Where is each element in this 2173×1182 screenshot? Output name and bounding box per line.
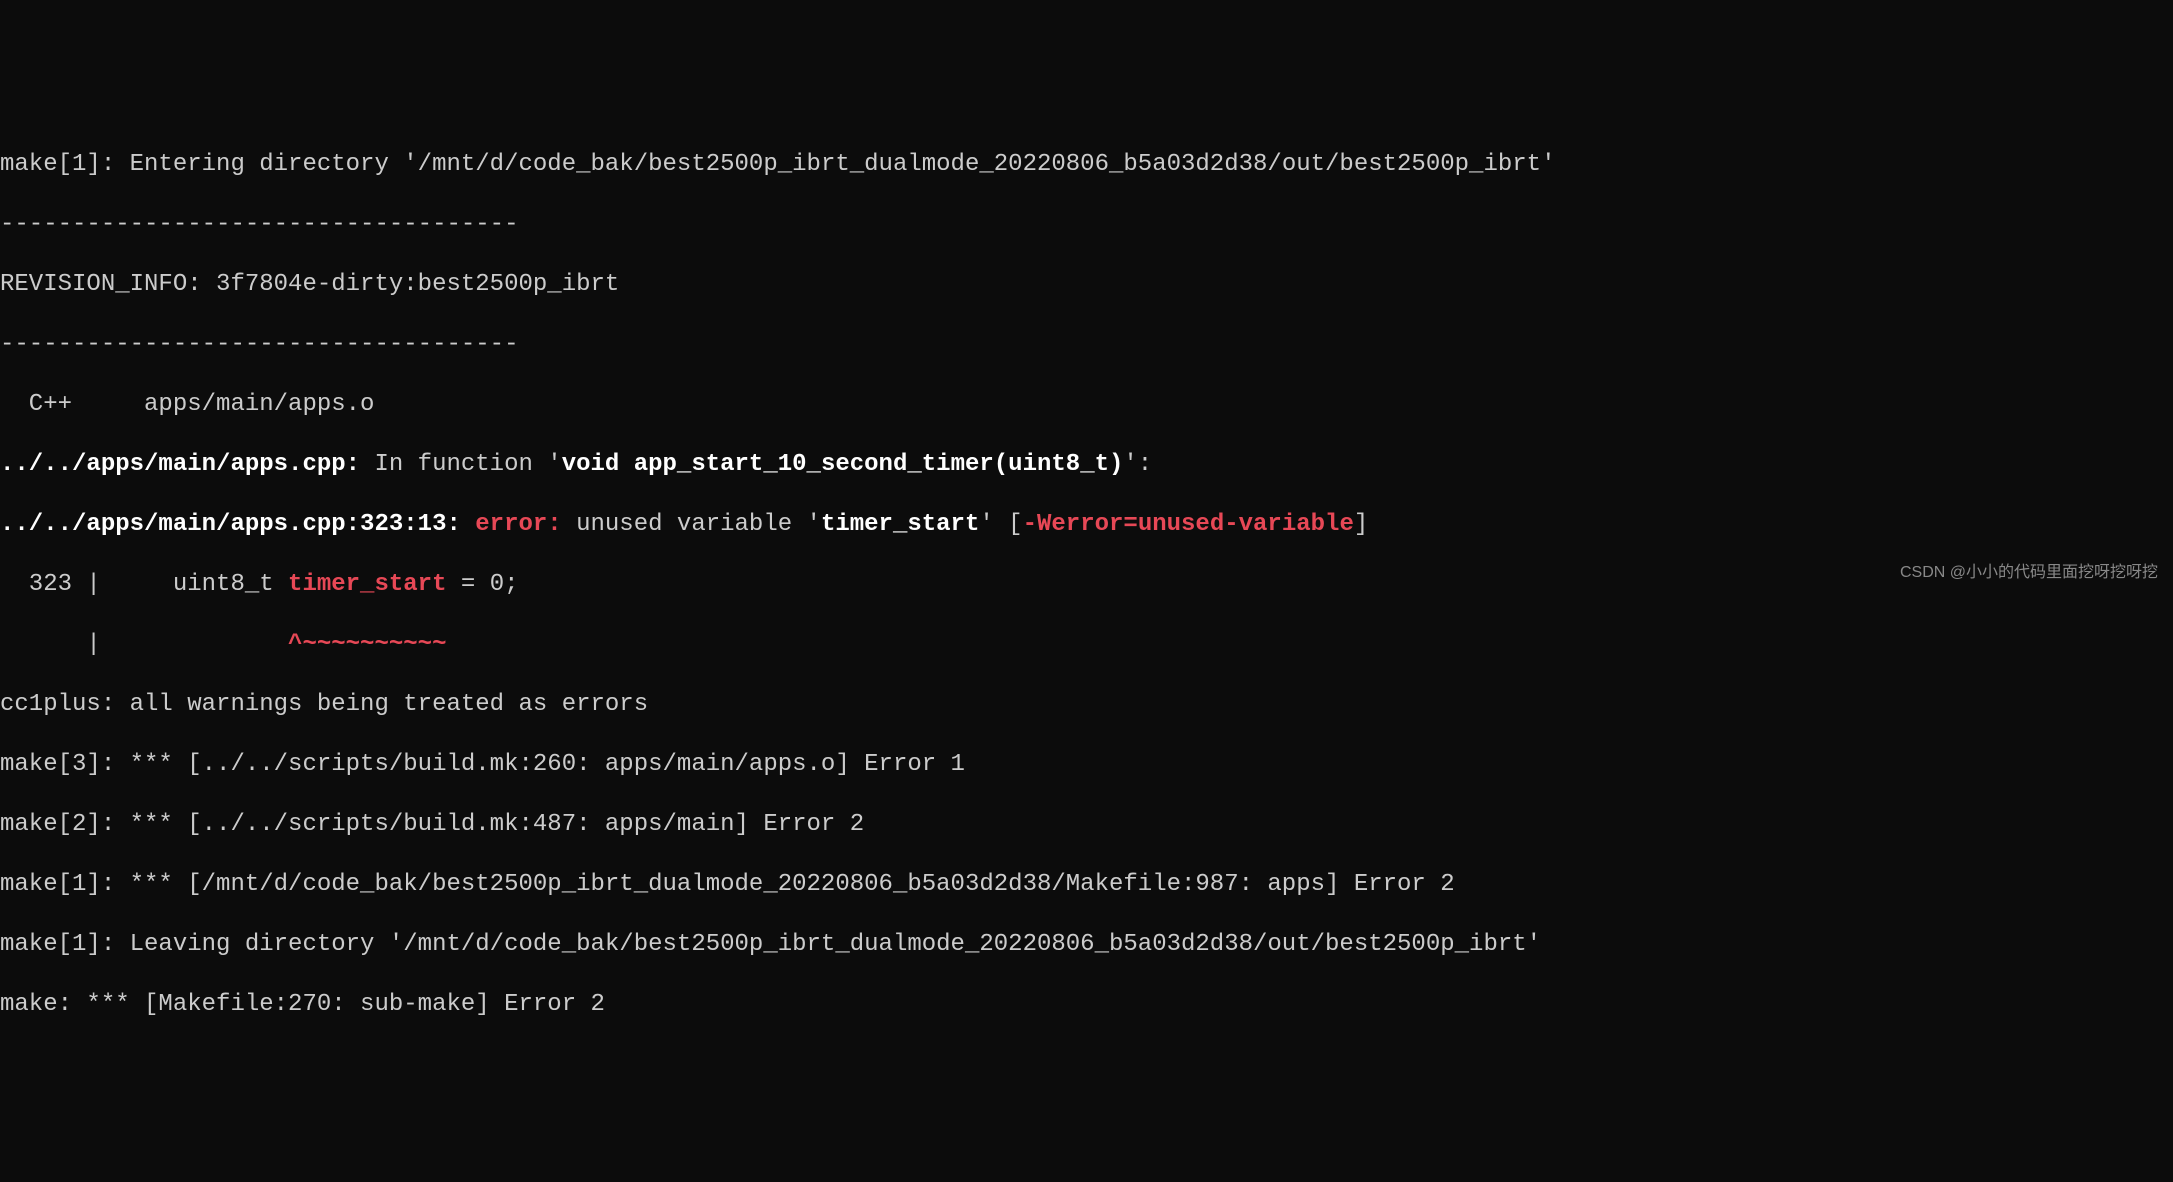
terminal-output[interactable]: make[1]: Entering directory '/mnt/d/code… — [0, 120, 2173, 1050]
revision-info: REVISION_INFO: 3f7804e-dirty:best2500p_i… — [0, 270, 2173, 300]
file-location: ../../apps/main/apps.cpp: — [0, 451, 360, 478]
function-signature: void app_start_10_second_timer(uint8_t) — [562, 451, 1124, 478]
caret-line: | ^~~~~~~~~~~ — [0, 630, 2173, 660]
variable-name: timer_start — [821, 511, 979, 538]
text: 323 | uint8_t — [0, 571, 288, 598]
output-line: make[1]: Entering directory '/mnt/d/code… — [0, 150, 2173, 180]
text: make[1]: Entering directory ' — [0, 151, 418, 178]
output-line: make[1]: Leaving directory '/mnt/d/code_… — [0, 930, 2173, 960]
function-context: ../../apps/main/apps.cpp: In function 'v… — [0, 450, 2173, 480]
file-location: ../../apps/main/apps.cpp:323:13: — [0, 511, 461, 538]
text: make[1]: Leaving directory ' — [0, 931, 403, 958]
warning-flag: -Werror=unused-variable — [1023, 511, 1354, 538]
source-line: 323 | uint8_t timer_start = 0; — [0, 570, 2173, 600]
text: unused variable ' — [576, 511, 821, 538]
make-error-line: make[2]: *** [../../scripts/build.mk:487… — [0, 810, 2173, 840]
error-line: ../../apps/main/apps.cpp:323:13: error: … — [0, 510, 2173, 540]
text: = 0; — [446, 571, 518, 598]
text: | — [0, 631, 288, 658]
text: ': — [1123, 451, 1152, 478]
directory-path: /mnt/d/code_bak/best2500p_ibrt_dualmode_… — [403, 931, 1526, 958]
text: In function ' — [360, 451, 562, 478]
make-error-line: make[1]: *** [/mnt/d/code_bak/best2500p_… — [0, 870, 2173, 900]
text: ] — [1354, 511, 1368, 538]
error-label: error: — [461, 511, 576, 538]
text: ' [ — [979, 511, 1022, 538]
compile-line: C++ apps/main/apps.o — [0, 390, 2173, 420]
caret-indicator: ^~~~~~~~~~~ — [288, 631, 446, 658]
directory-path: /mnt/d/code_bak/best2500p_ibrt_dualmode_… — [418, 151, 1541, 178]
highlighted-variable: timer_start — [288, 571, 446, 598]
make-error-line: make[3]: *** [../../scripts/build.mk:260… — [0, 750, 2173, 780]
cc1plus-line: cc1plus: all warnings being treated as e… — [0, 690, 2173, 720]
separator-line: ------------------------------------ — [0, 330, 2173, 360]
watermark: CSDN @小小的代码里面挖呀挖呀挖 — [1900, 563, 2158, 583]
separator-line: ------------------------------------ — [0, 210, 2173, 240]
text: ' — [1527, 931, 1541, 958]
make-error-line: make: *** [Makefile:270: sub-make] Error… — [0, 990, 2173, 1020]
text: ' — [1541, 151, 1555, 178]
